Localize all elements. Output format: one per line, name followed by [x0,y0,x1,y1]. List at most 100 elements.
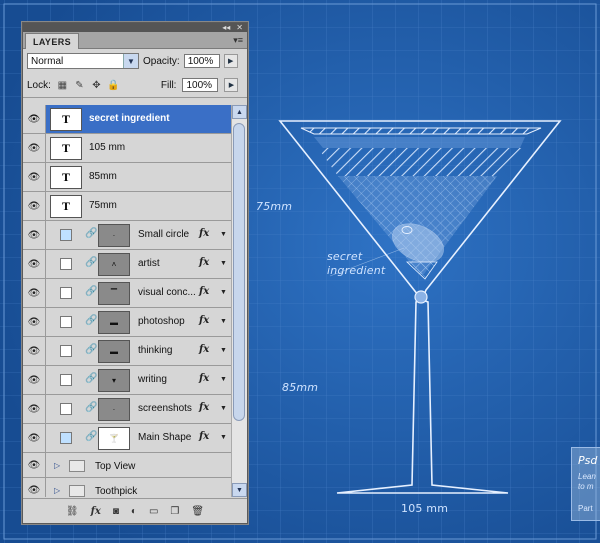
close-icon[interactable]: ✕ [236,23,243,32]
tab-layers[interactable]: LAYERS [25,33,79,49]
expand-arrow-icon[interactable]: ▼ [220,260,227,267]
link-icon: 🔗 [85,402,98,413]
new-group-icon[interactable]: ▭ [149,506,158,517]
fx-icon[interactable]: fx [199,315,209,326]
layer-row[interactable]: 👁 T 105 mm [23,134,231,163]
expand-arrow-icon[interactable]: ▼ [220,405,227,412]
fill-arrow-button[interactable]: ▶ [224,78,239,92]
eye-icon[interactable]: 👁 [23,337,46,365]
layers-panel: ◂◂ ✕ LAYERS ▾≡ Normal ▼ Opacity: 100% ▶ … [22,22,248,524]
eye-icon[interactable]: 👁 [23,453,46,477]
layers-list: 👁 T secret ingredient 👁 T 105 mm 👁 T 85m… [23,105,231,497]
fill-label: Fill: [160,79,177,91]
callout-line-1: secret [327,250,363,263]
layer-row[interactable]: 👁 🔗 · screenshots fx ▼ [23,395,231,424]
expand-arrow-icon[interactable]: ▼ [220,376,227,383]
expand-arrow-icon[interactable]: ▼ [220,289,227,296]
opacity-input[interactable]: 100% [183,54,220,68]
fx-icon[interactable]: fx [199,344,209,355]
eye-icon[interactable]: 👁 [23,192,46,220]
panel-menu-icon[interactable]: ▾≡ [233,35,243,46]
shape-thumbnail: ▬ [98,340,130,363]
trash-icon[interactable]: 🗑 [191,506,204,517]
eye-icon[interactable]: 👁 [23,250,46,278]
lock-label: Lock: [27,79,51,91]
scroll-down-icon[interactable]: ▼ [232,483,247,497]
link-icon: 🔗 [85,228,98,239]
lock-position-icon[interactable]: ✥ [91,80,102,91]
text-layer-icon: T [50,195,82,218]
layer-row[interactable]: 👁 🔗 ▔ visual conc... fx ▼ [23,279,231,308]
group-row[interactable]: 👁 ▷ Toothpick [23,478,231,497]
link-icon: 🔗 [85,257,98,268]
layer-row[interactable]: 👁 T secret ingredient [23,105,231,134]
layer-row[interactable]: 👁 🔗 ˄ artist fx ▼ [23,250,231,279]
add-style-icon[interactable]: fx [91,506,101,517]
chevron-down-icon: ▼ [123,54,138,68]
eye-icon[interactable]: 👁 [23,163,46,191]
text-layer-icon: T [50,137,82,160]
fx-icon[interactable]: fx [199,373,209,384]
layer-row[interactable]: 👁 🔗 · Small circle fx ▼ [23,221,231,250]
scroll-up-icon[interactable]: ▲ [232,105,247,119]
adjustment-layer-icon[interactable]: ◐ [131,506,137,517]
shape-thumbnail: ˄ [98,253,130,276]
new-layer-icon[interactable]: ❐ [170,506,179,517]
expand-arrow-icon[interactable]: ▼ [220,231,227,238]
lock-all-icon[interactable]: 🔒 [107,80,119,91]
layers-scrollbar[interactable]: ▲ ▼ [231,105,247,497]
add-mask-icon[interactable]: ◙ [113,506,119,517]
layer-row[interactable]: 👁 🔗 ▬ thinking fx ▼ [23,337,231,366]
eye-icon[interactable]: 👁 [23,105,46,133]
folder-icon [69,460,85,472]
folder-icon [69,485,85,497]
lock-brush-icon[interactable]: ✎ [74,80,85,91]
link-icon: 🔗 [85,344,98,355]
info-box: Psd Lean to m Part [571,447,600,521]
fx-icon[interactable]: fx [199,431,209,442]
layer-row[interactable]: 👁 🔗 ▾ writing fx ▼ [23,366,231,395]
expand-arrow-icon[interactable]: ▼ [220,318,227,325]
collapse-icon[interactable]: ◂◂ [222,23,230,32]
fx-icon[interactable]: fx [199,228,209,239]
layer-row[interactable]: 👁 T 85mm [23,163,231,192]
layer-row[interactable]: 👁 T 75mm [23,192,231,221]
eye-icon[interactable]: 👁 [23,279,46,307]
eye-icon[interactable]: 👁 [23,366,46,394]
fill-input[interactable]: 100% [182,78,219,92]
eye-icon[interactable]: 👁 [23,395,46,423]
eye-icon[interactable]: 👁 [23,134,46,162]
lock-transparency-icon[interactable]: ▦ [57,80,68,91]
link-icon: 🔗 [85,431,98,442]
expand-triangle-icon[interactable]: ▷ [54,486,60,495]
glass-thumbnail: 🍸 [98,427,130,450]
link-layers-icon[interactable]: ⛓ [66,506,79,517]
opacity-arrow-button[interactable]: ▶ [223,54,238,68]
shape-thumbnail: ▬ [98,311,130,334]
layer-color-swatch [60,432,72,444]
fx-icon[interactable]: fx [199,402,209,413]
eye-icon[interactable]: 👁 [23,221,46,249]
eye-icon[interactable]: 👁 [23,478,46,497]
link-icon: 🔗 [85,286,98,297]
layer-color-swatch [60,345,72,357]
expand-arrow-icon[interactable]: ▼ [220,434,227,441]
scroll-thumb[interactable] [233,123,245,421]
eye-icon[interactable]: 👁 [23,308,46,336]
layer-color-swatch [60,287,72,299]
layer-row[interactable]: 👁 🔗 🍸 Main Shape fx ▼ [23,424,231,453]
layer-row[interactable]: 👁 🔗 ▬ photoshop fx ▼ [23,308,231,337]
blend-mode-select[interactable]: Normal ▼ [27,53,139,69]
expand-arrow-icon[interactable]: ▼ [220,347,227,354]
shape-thumbnail: · [98,224,130,247]
expand-triangle-icon[interactable]: ▷ [54,461,60,470]
shape-thumbnail: ▾ [98,369,130,392]
shape-thumbnail: · [98,398,130,421]
eye-icon[interactable]: 👁 [23,424,46,452]
fx-icon[interactable]: fx [199,257,209,268]
fx-icon[interactable]: fx [199,286,209,297]
group-row[interactable]: 👁 ▷ Top View [23,453,231,478]
link-icon: 🔗 [85,373,98,384]
dimension-85mm: 85mm [282,381,319,394]
layer-color-swatch [60,258,72,270]
